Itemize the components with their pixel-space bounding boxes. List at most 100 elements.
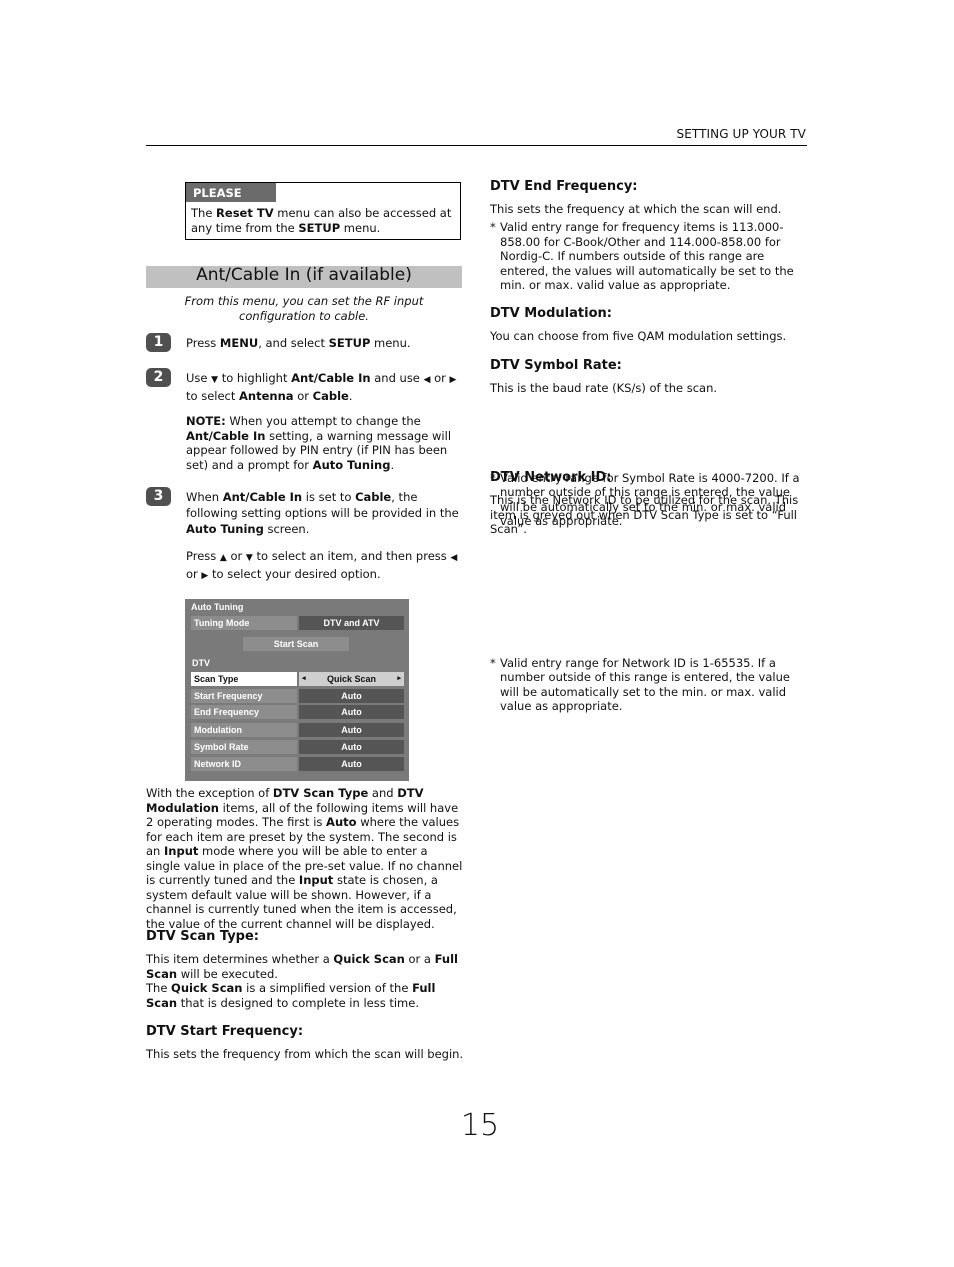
text: , and select (258, 336, 329, 350)
modulation-heading: DTV Modulation: (490, 306, 612, 321)
ant-cable-term: Ant/Cable In (222, 490, 303, 504)
text: or (430, 371, 450, 385)
text: menu. (370, 336, 411, 350)
text: is a simplified version of the (242, 981, 413, 995)
text: The (146, 981, 172, 995)
term: DTV Scan Type (272, 786, 369, 800)
text: will be executed. (177, 966, 278, 981)
text: and (368, 786, 398, 800)
step-1-badge: 1 (146, 333, 171, 352)
text: Use (186, 371, 212, 385)
please-note-tag: PLEASE NOTE (186, 183, 276, 214)
scan-type-value[interactable]: ◂ Quick Scan ▸ (299, 672, 404, 686)
scan-type-left-icon[interactable]: ◂ (302, 672, 306, 686)
network-id-heading: DTV Network ID: (490, 470, 612, 485)
symbol-rate-value[interactable]: Auto (299, 740, 404, 754)
running-header: SETTING UP YOUR TV (676, 127, 806, 141)
text: that is designed to complete in less tim… (177, 995, 419, 1010)
step-1-text: Press MENU, and select SETUP menu. (186, 335, 462, 351)
menu-title: Auto Tuning (191, 602, 244, 612)
network-id-text: This is the Network ID to be utilized fo… (490, 493, 799, 536)
modulation-label[interactable]: Modulation (191, 723, 297, 737)
text: When you attempt to change the (225, 414, 421, 428)
asterisk: * (490, 220, 496, 234)
text: or a (404, 952, 435, 966)
step-3-press: Press ▲ or ▼ to select an item, and then… (186, 548, 462, 584)
setup-term: SETUP (328, 336, 371, 350)
text: is set to (302, 490, 356, 504)
tuning-mode-label[interactable]: Tuning Mode (191, 616, 297, 630)
text: Press (186, 336, 220, 350)
header-rule (146, 145, 807, 146)
network-id-label[interactable]: Network ID (191, 757, 297, 771)
end-frequency-heading: DTV End Frequency: (490, 179, 638, 194)
symbol-rate-label[interactable]: Symbol Rate (191, 740, 297, 754)
end-frequency-label[interactable]: End Frequency (191, 705, 297, 719)
cable-term: Cable (312, 389, 349, 403)
text: Valid entry range for Network ID is 1-65… (500, 655, 790, 714)
text: screen. (263, 522, 310, 536)
text: Press (186, 549, 220, 563)
text: to select an item, and then press (252, 549, 451, 563)
text: or (293, 389, 313, 403)
text: When (186, 490, 223, 504)
end-frequency-value[interactable]: Auto (299, 705, 404, 719)
setup-term: SETUP (298, 220, 341, 235)
step-2-note: NOTE: When you attempt to change the Ant… (186, 414, 462, 472)
text: This item determines whether a (146, 952, 334, 966)
cable-term: Cable (355, 490, 392, 504)
end-frequency-note: * Valid entry range for frequency items i… (490, 220, 806, 293)
asterisk: * (490, 655, 496, 670)
term: Input (164, 844, 199, 858)
text: and use (370, 371, 424, 385)
modulation-text: You can choose from five QAM modulation … (490, 329, 787, 343)
step-2-badge: 2 (146, 368, 171, 387)
antenna-term: Antenna (239, 389, 294, 403)
page-number: 15 (460, 1108, 500, 1143)
down-arrow-icon: ▼ (245, 553, 253, 563)
text: to select your desired option. (208, 567, 381, 581)
start-frequency-label[interactable]: Start Frequency (191, 689, 297, 703)
auto-tuning-term: Auto Tuning (312, 457, 391, 472)
term: Quick Scan (171, 981, 243, 995)
end-frequency-text: This sets the frequency at which the sca… (490, 202, 782, 216)
text: to highlight (218, 371, 292, 385)
network-id-value[interactable]: Auto (299, 757, 404, 771)
reset-tv-term: Reset TV (216, 206, 274, 220)
scan-type-right-icon[interactable]: ▸ (397, 672, 401, 686)
term: Quick Scan (333, 952, 405, 966)
text: The (191, 206, 217, 220)
up-arrow-icon: ▲ (219, 553, 227, 563)
modulation-value[interactable]: Auto (299, 723, 404, 737)
symbol-rate-text: This is the baud rate (KS/s) of the scan… (490, 381, 718, 395)
scan-type-heading: DTV Scan Type: (146, 929, 259, 944)
operating-modes-paragraph: With the exception of DTV Scan Type and … (146, 786, 464, 931)
network-id-note: * Valid entry range for Network ID is 1-6… (490, 656, 806, 714)
text: Valid entry range for frequency items is… (500, 220, 794, 292)
term: Input (298, 873, 334, 887)
step-2-text: Use ▼ to highlight Ant/Cable In and use … (186, 370, 462, 404)
symbol-rate-heading: DTV Symbol Rate: (490, 358, 622, 373)
section-title: Ant/Cable In (if available) (196, 265, 412, 285)
text: . (390, 457, 395, 472)
auto-tuning-menu: Auto Tuning Tuning Mode DTV and ATV Star… (185, 599, 409, 781)
please-note-text: The Reset TV menu can also be accessed a… (191, 206, 456, 235)
start-frequency-value[interactable]: Auto (299, 689, 404, 703)
left-arrow-icon: ◀ (450, 553, 458, 563)
note-label: NOTE: (186, 414, 226, 428)
menu-term: MENU (219, 336, 259, 350)
text: . (348, 389, 353, 403)
step-3-text: When Ant/Cable In is set to Cable, the f… (186, 489, 462, 537)
start-scan-button[interactable]: Start Scan (243, 637, 349, 651)
auto-tuning-term: Auto Tuning (186, 522, 264, 536)
scan-type-label[interactable]: Scan Type (191, 672, 297, 686)
right-arrow-icon: ▶ (449, 375, 457, 385)
text: to select (186, 389, 240, 403)
tuning-mode-value[interactable]: DTV and ATV (299, 616, 404, 630)
section-intro: From this menu, you can set the RF input… (184, 294, 424, 323)
dtv-group-label: DTV (192, 658, 210, 668)
text: menu. (340, 220, 381, 235)
text: or (186, 567, 202, 581)
ant-cable-term: Ant/Cable In (186, 428, 266, 443)
term: Auto (326, 815, 357, 829)
